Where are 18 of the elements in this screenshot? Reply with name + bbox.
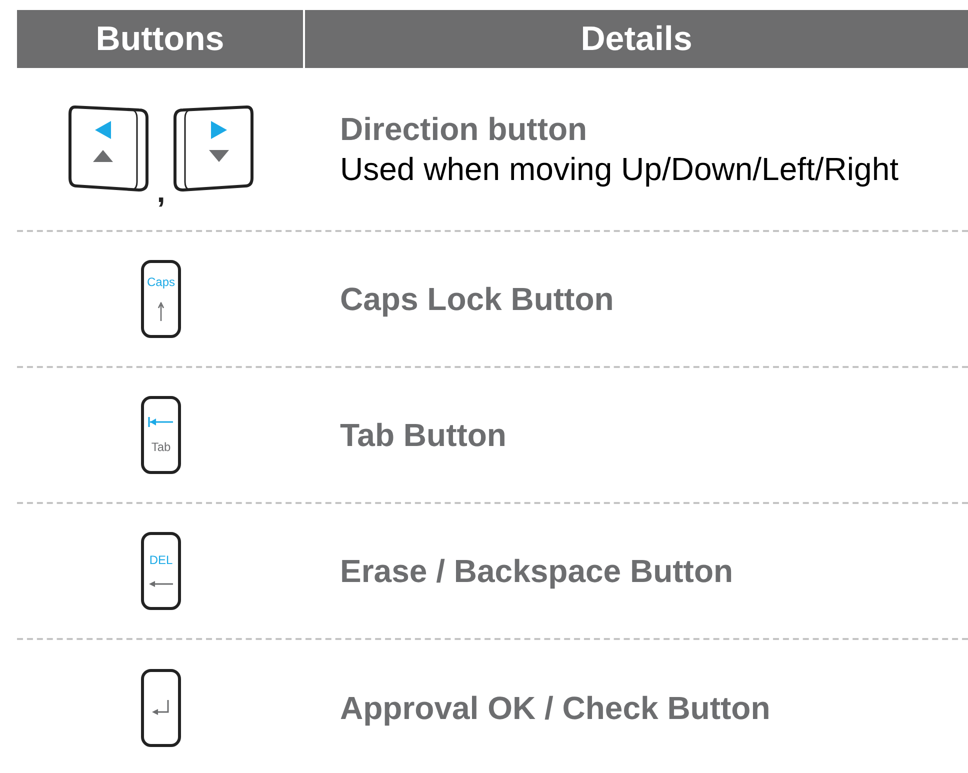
column-header: Buttons bbox=[17, 10, 305, 68]
key-icon bbox=[66, 104, 151, 194]
comma: , bbox=[156, 178, 166, 208]
key-label: Caps bbox=[146, 276, 175, 288]
key-label: DEL bbox=[149, 554, 173, 566]
tab-arrow-icon bbox=[148, 417, 174, 427]
up-arrow-icon bbox=[158, 302, 164, 322]
button-title: Direction button bbox=[340, 110, 588, 149]
key-label: Tab bbox=[151, 441, 171, 453]
button-title: Approval OK / Check Button bbox=[340, 689, 772, 728]
enter-arrow-icon bbox=[152, 700, 170, 716]
left-arrow-icon bbox=[149, 580, 173, 588]
button-title: Erase / Backspace Button bbox=[340, 552, 734, 591]
button-title: Caps Lock Button bbox=[340, 280, 615, 319]
button-description: Used when moving Up/Down/Left/Right bbox=[340, 150, 900, 189]
key-icon bbox=[171, 104, 256, 194]
column-header: Details bbox=[580, 18, 694, 60]
button-title: Tab Button bbox=[340, 416, 508, 455]
